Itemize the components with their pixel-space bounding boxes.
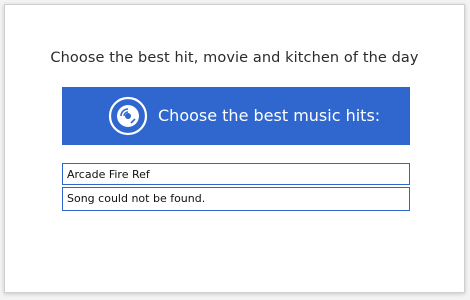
song-search-input[interactable] — [62, 163, 410, 185]
search-result-message: Song could not be found. — [62, 187, 410, 211]
banner-label: Choose the best music hits: — [158, 106, 381, 125]
app-window: Choose the best hit, movie and kitchen o… — [4, 4, 465, 293]
music-disc-icon — [108, 96, 148, 136]
music-hits-banner: Choose the best music hits: — [62, 87, 410, 145]
page-headline: Choose the best hit, movie and kitchen o… — [50, 50, 419, 66]
